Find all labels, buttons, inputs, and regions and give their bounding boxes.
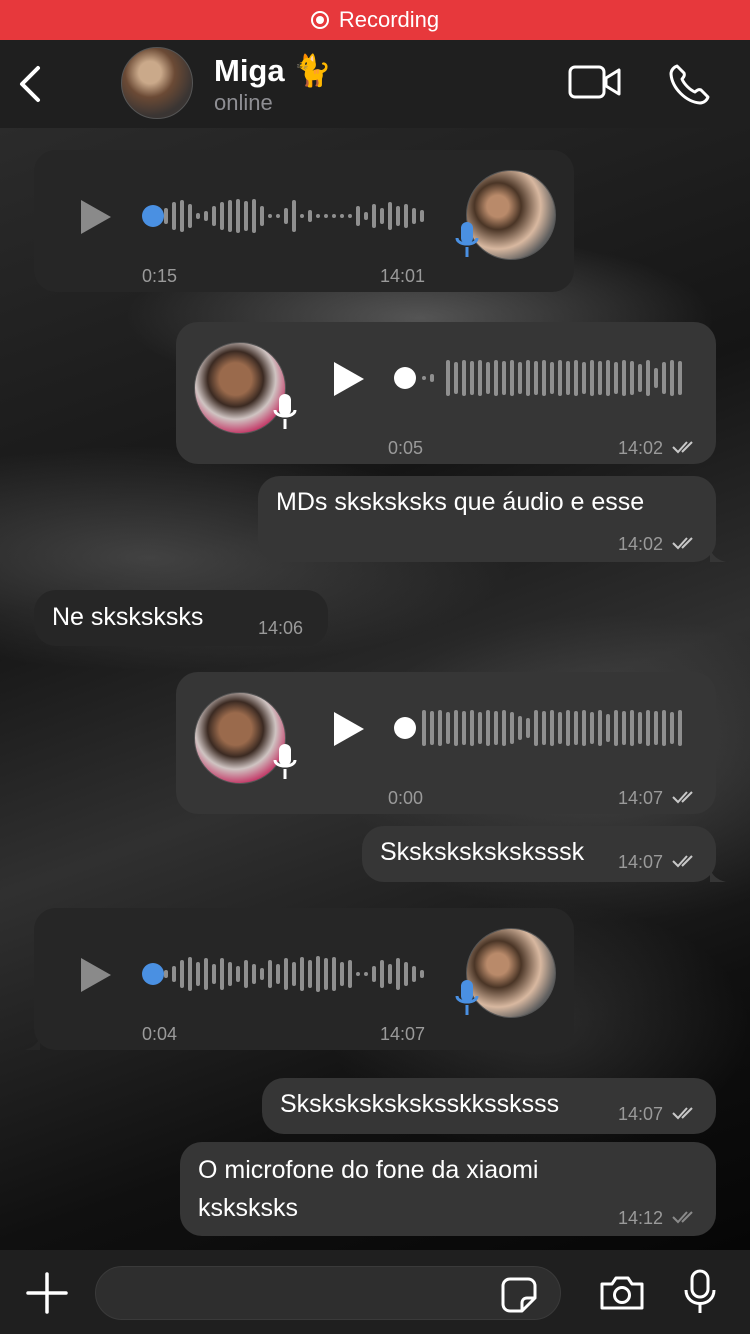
incoming-text-message[interactable]: Ne sksksksks 14:06 [34, 590, 328, 646]
message-time: 14:07 [380, 1024, 426, 1044]
bubble-tail [710, 868, 726, 882]
read-receipt-icon [672, 441, 693, 454]
play-icon[interactable] [79, 956, 113, 994]
record-icon [310, 11, 329, 29]
voice-duration: 0:04 [142, 1024, 178, 1044]
plus-icon[interactable] [26, 1272, 68, 1314]
read-receipt-icon [672, 791, 693, 804]
incoming-voice-message[interactable]: 0:15 14:01 [34, 150, 574, 292]
playback-position-dot[interactable] [394, 367, 416, 389]
waveform[interactable] [420, 358, 690, 398]
read-receipt-icon [672, 855, 693, 868]
message-time: 14:12 [618, 1208, 664, 1228]
contact-name[interactable]: Miga 🐈 [214, 52, 332, 89]
recording-banner[interactable]: Recording [0, 0, 750, 40]
message-text: Sksksksksksksskkssksss [280, 1090, 560, 1118]
message-text: Ne sksksksks [52, 603, 204, 631]
chat-header: Miga 🐈 online [0, 40, 750, 128]
message-text-line-2: ksksksks [198, 1194, 298, 1222]
outgoing-text-message[interactable]: O microfone do fone da xiaomi ksksksks 1… [180, 1142, 716, 1236]
microphone-icon [455, 980, 479, 1015]
chat-area[interactable]: 0:15 14:01 0:05 14:02 MDs sksksksks que … [0, 128, 750, 1250]
outgoing-voice-message[interactable]: 0:00 14:07 [176, 672, 716, 814]
read-receipt-icon [672, 1107, 693, 1120]
playback-position-dot[interactable] [142, 963, 164, 985]
play-icon[interactable] [332, 360, 366, 398]
message-text: Sksksksksksksssk [380, 838, 585, 866]
playback-position-dot[interactable] [142, 205, 164, 227]
waveform[interactable] [420, 708, 690, 748]
incoming-voice-message[interactable]: 0:04 14:07 [24, 908, 574, 1050]
microphone-icon[interactable] [682, 1268, 718, 1316]
message-text: MDs sksksksks que áudio e esse [276, 488, 645, 516]
contact-avatar[interactable] [121, 47, 193, 119]
voice-duration: 0:05 [388, 438, 424, 458]
message-time: 14:07 [618, 852, 664, 872]
waveform[interactable] [162, 954, 427, 994]
message-input[interactable] [95, 1266, 561, 1320]
contact-status: online [214, 90, 273, 115]
message-time: 14:07 [618, 788, 664, 808]
play-icon[interactable] [332, 710, 366, 748]
waveform[interactable] [162, 196, 427, 236]
microphone-icon [273, 394, 297, 429]
read-receipt-icon [672, 1211, 693, 1224]
video-camera-icon[interactable] [568, 64, 622, 100]
recording-label: Recording [338, 7, 440, 32]
message-time: 14:07 [618, 1104, 664, 1124]
outgoing-text-message[interactable]: Sksksksksksksssk 14:07 [362, 826, 726, 882]
microphone-icon [273, 744, 297, 779]
message-time: 14:02 [618, 534, 664, 554]
outgoing-text-message[interactable]: Sksksksksksksskkssksss 14:07 [262, 1078, 716, 1134]
voice-duration: 0:00 [388, 788, 424, 808]
message-text-line-1: O microfone do fone da xiaomi [198, 1156, 539, 1184]
message-input-bar [0, 1250, 750, 1334]
sticker-icon[interactable] [500, 1276, 538, 1314]
phone-icon[interactable] [668, 62, 712, 106]
outgoing-text-message[interactable]: MDs sksksksks que áudio e esse 14:02 [258, 476, 726, 562]
outgoing-voice-message[interactable]: 0:05 14:02 [176, 322, 716, 464]
bubble-tail [710, 548, 726, 562]
bubble-tail [24, 1036, 40, 1050]
voice-duration: 0:15 [142, 266, 178, 286]
microphone-icon [455, 222, 479, 257]
play-icon[interactable] [79, 198, 113, 236]
playback-position-dot[interactable] [394, 717, 416, 739]
chevron-left-icon[interactable] [14, 60, 50, 108]
message-time: 14:01 [380, 266, 426, 286]
read-receipt-icon [672, 537, 693, 550]
camera-icon[interactable] [598, 1274, 646, 1312]
message-time: 14:02 [618, 438, 664, 458]
message-time: 14:06 [258, 618, 304, 638]
